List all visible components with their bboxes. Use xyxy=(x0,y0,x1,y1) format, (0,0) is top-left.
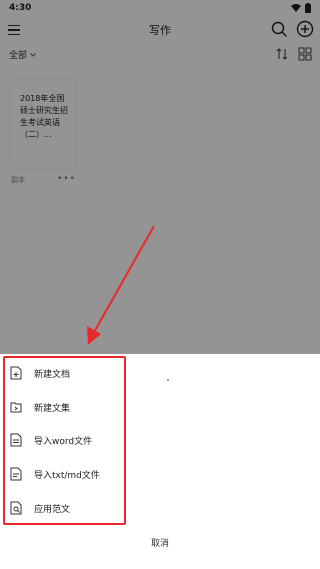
highlight-box xyxy=(3,356,126,525)
decorative-dot xyxy=(167,379,169,381)
cancel-button[interactable]: 取消 xyxy=(0,532,320,556)
dim-overlay[interactable] xyxy=(0,0,320,354)
